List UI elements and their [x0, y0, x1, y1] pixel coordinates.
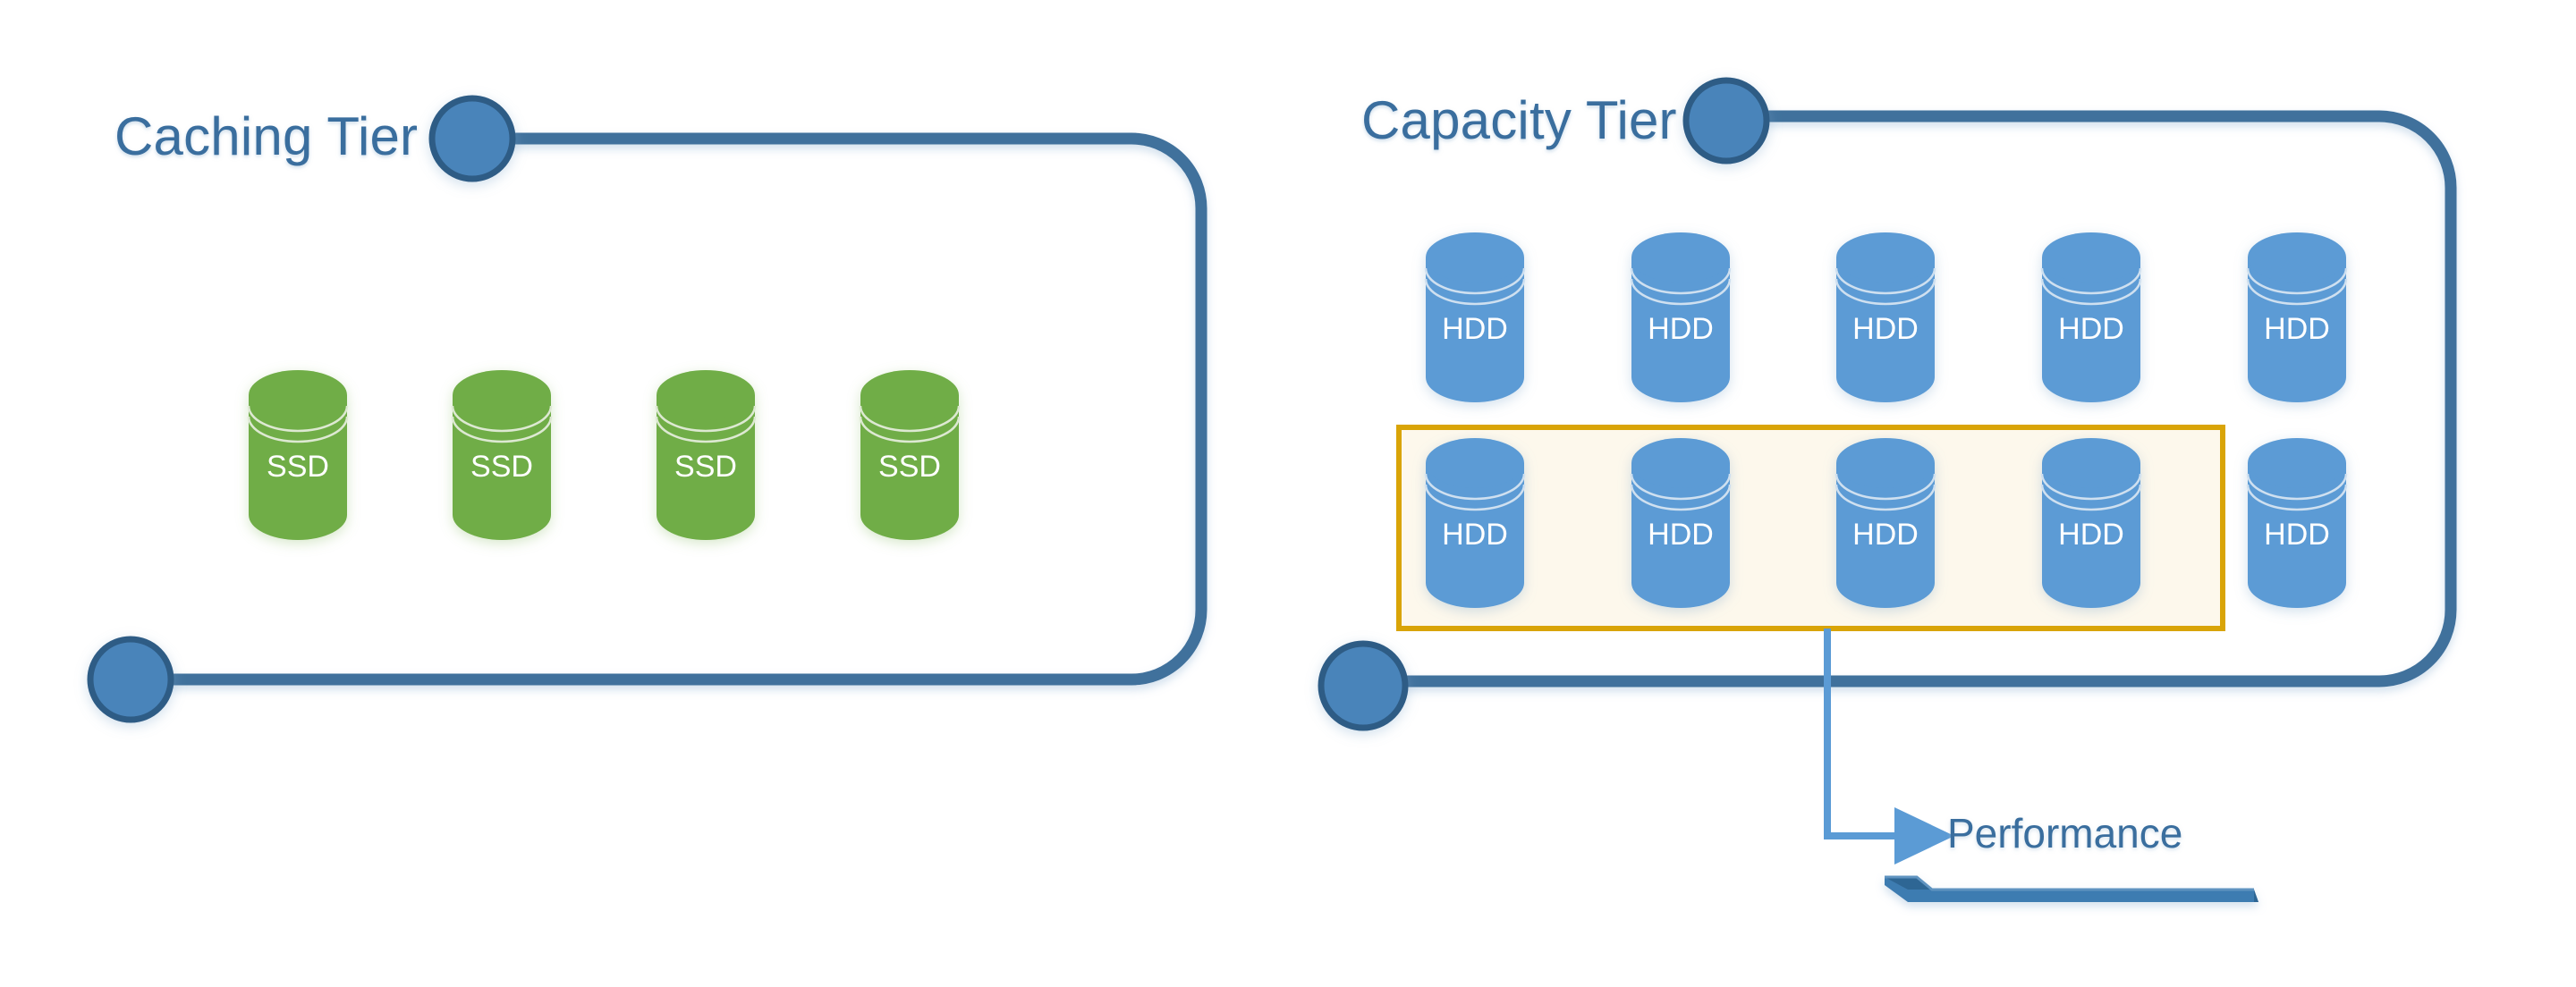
hdd-row-top: HDD HDD HDD HDD HDD	[1424, 231, 2348, 404]
performance-arrowhead	[1894, 807, 1954, 865]
hdd-top-3[interactable]: HDD	[1835, 231, 1936, 404]
performance-callout-label: Performance	[1947, 810, 2183, 856]
performance-bottom-bar	[1885, 875, 2258, 902]
hdd-bottom-4-label: HDD	[2058, 518, 2124, 552]
performance-callout-connector	[1824, 628, 1954, 865]
hdd-top-1[interactable]: HDD	[1424, 231, 1526, 404]
hdd-bottom-2[interactable]: HDD	[1630, 436, 1732, 610]
hdd-top-4[interactable]: HDD	[2040, 231, 2142, 404]
hdd-bottom-3-label: HDD	[1852, 518, 1919, 552]
caching-tier-node-bottom	[87, 636, 174, 723]
caching-tier-node-top	[428, 95, 516, 182]
ssd-disk-3-label: SSD	[674, 450, 737, 484]
capacity-tier-node-bottom	[1318, 640, 1409, 731]
hdd-bottom-4[interactable]: HDD	[2040, 436, 2142, 610]
hdd-bottom-3[interactable]: HDD	[1835, 436, 1936, 610]
ssd-disk-2[interactable]: SSD	[451, 368, 553, 542]
ssd-disk-1-label: SSD	[267, 450, 329, 484]
hdd-top-5-label: HDD	[2264, 312, 2330, 346]
diagram-canvas: SSD SSD SSD SSD HDD HDD HDD HDD HDD HDD …	[0, 0, 2576, 987]
ssd-disk-3[interactable]: SSD	[655, 368, 757, 542]
hdd-top-2[interactable]: HDD	[1630, 231, 1732, 404]
hdd-top-5[interactable]: HDD	[2246, 231, 2348, 404]
hdd-top-4-label: HDD	[2058, 312, 2124, 346]
ssd-disk-4-label: SSD	[878, 450, 941, 484]
caching-tier-label: Caching Tier	[114, 106, 419, 166]
ssd-disk-2-label: SSD	[470, 450, 533, 484]
capacity-tier-label: Capacity Tier	[1361, 90, 1677, 150]
hdd-bottom-1-label: HDD	[1442, 518, 1508, 552]
hdd-bottom-1[interactable]: HDD	[1424, 436, 1526, 610]
capacity-tier-node-top	[1682, 77, 1770, 164]
ssd-disk-group: SSD SSD SSD SSD	[247, 368, 961, 542]
ssd-disk-1[interactable]: SSD	[247, 368, 349, 542]
hdd-top-1-label: HDD	[1442, 312, 1508, 346]
hdd-top-3-label: HDD	[1852, 312, 1919, 346]
hdd-bottom-2-label: HDD	[1648, 518, 1714, 552]
hdd-bottom-5-label: HDD	[2264, 518, 2330, 552]
hdd-top-2-label: HDD	[1648, 312, 1714, 346]
ssd-disk-4[interactable]: SSD	[859, 368, 961, 542]
hdd-bottom-5[interactable]: HDD	[2246, 436, 2348, 610]
